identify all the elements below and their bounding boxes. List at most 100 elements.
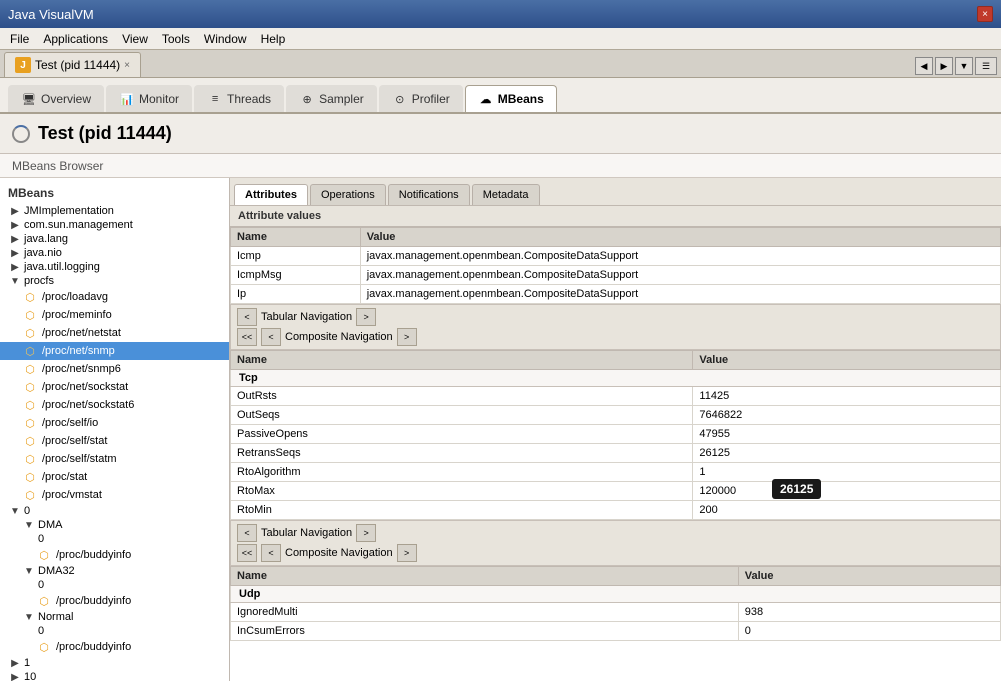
tree-item-javautillogging[interactable]: ▶ java.util.logging bbox=[0, 260, 229, 274]
tree-toggle[interactable]: ▶ bbox=[8, 248, 22, 259]
tabular-prev-btn[interactable]: < bbox=[237, 308, 257, 326]
tree-item-sockstat6[interactable]: ⬡ /proc/net/sockstat6 bbox=[0, 396, 229, 414]
file-icon: ⬡ bbox=[22, 415, 38, 431]
table-row[interactable]: RtoMax120000 bbox=[231, 482, 1001, 501]
tree-item-10[interactable]: ▶ 10 bbox=[0, 670, 229, 681]
tree-item-procstat[interactable]: ⬡ /proc/stat bbox=[0, 468, 229, 486]
composite2-prev-all-btn[interactable]: << bbox=[237, 544, 257, 562]
nav-menu-button[interactable]: ☰ bbox=[975, 57, 997, 75]
tree-item-meminfo[interactable]: ⬡ /proc/meminfo bbox=[0, 306, 229, 324]
tab-operations[interactable]: Operations bbox=[310, 184, 386, 205]
tree-item-javanio[interactable]: ▶ java.nio bbox=[0, 246, 229, 260]
table-row[interactable]: IgnoredMulti938 bbox=[231, 603, 1001, 622]
tree-item-dma32-buddyinfo[interactable]: ⬡ /proc/buddyinfo bbox=[0, 592, 229, 610]
tree-item-normal-0[interactable]: 0 bbox=[0, 624, 229, 638]
menu-applications[interactable]: Applications bbox=[37, 30, 114, 48]
tab-notifications[interactable]: Notifications bbox=[388, 184, 470, 205]
tree-toggle[interactable]: ▼ bbox=[22, 566, 36, 577]
tabular2-prev-btn[interactable]: < bbox=[237, 524, 257, 542]
composite-prev-all-btn[interactable]: << bbox=[237, 328, 257, 346]
composite-prev-btn[interactable]: < bbox=[261, 328, 281, 346]
tab-close-button[interactable]: × bbox=[124, 60, 130, 71]
tree-item-dma32[interactable]: ▼ DMA32 bbox=[0, 564, 229, 578]
tree-item-jmimplementation[interactable]: ▶ JMImplementation bbox=[0, 204, 229, 218]
tree-item-selfstatm[interactable]: ⬡ /proc/self/statm bbox=[0, 450, 229, 468]
main-split: MBeans ▶ JMImplementation ▶ com.sun.mana… bbox=[0, 178, 1001, 681]
tree-item-normal-buddyinfo[interactable]: ⬡ /proc/buddyinfo bbox=[0, 638, 229, 656]
tree-item-netstat[interactable]: ⬡ /proc/net/netstat bbox=[0, 324, 229, 342]
tree-toggle[interactable]: ▼ bbox=[22, 612, 36, 623]
tree-item-dma0[interactable]: 0 bbox=[0, 532, 229, 546]
tree-toggle[interactable]: ▶ bbox=[8, 234, 22, 245]
tree-item-comsun[interactable]: ▶ com.sun.management bbox=[0, 218, 229, 232]
nav-down-button[interactable]: ▼ bbox=[955, 57, 973, 75]
tcp-attr-value: 26125 bbox=[693, 444, 1001, 463]
tab-profiler[interactable]: ⊙ Profiler bbox=[379, 85, 463, 112]
table-row[interactable]: PassiveOpens47955 bbox=[231, 425, 1001, 444]
menu-view[interactable]: View bbox=[116, 30, 154, 48]
tcp-attr-value: 7646822 bbox=[693, 406, 1001, 425]
tree-item-selfstat[interactable]: ⬡ /proc/self/stat bbox=[0, 432, 229, 450]
table-row[interactable]: Ip javax.management.openmbean.CompositeD… bbox=[231, 285, 1001, 304]
tree-item-loadavg[interactable]: ⬡ /proc/loadavg bbox=[0, 288, 229, 306]
tree-toggle[interactable]: ▶ bbox=[8, 672, 22, 681]
tab-monitor[interactable]: 📊 Monitor bbox=[106, 85, 192, 112]
tabular2-next-btn[interactable]: > bbox=[356, 524, 376, 542]
table-row[interactable]: RtoAlgorithm1 bbox=[231, 463, 1001, 482]
tree-item-dma-buddyinfo[interactable]: ⬡ /proc/buddyinfo bbox=[0, 546, 229, 564]
tree-toggle-procfs[interactable]: ▼ bbox=[8, 276, 22, 287]
composite2-next-btn[interactable]: > bbox=[397, 544, 417, 562]
tab-attributes[interactable]: Attributes bbox=[234, 184, 308, 205]
table-row[interactable]: Icmp javax.management.openmbean.Composit… bbox=[231, 247, 1001, 266]
tabular-next-btn[interactable]: > bbox=[356, 308, 376, 326]
table-row[interactable]: RetransSeqs26125 bbox=[231, 444, 1001, 463]
tree-toggle[interactable]: ▶ bbox=[8, 262, 22, 273]
file-icon: ⬡ bbox=[22, 469, 38, 485]
tree-item-dma32-0[interactable]: 0 bbox=[0, 578, 229, 592]
tree-item-vmstat[interactable]: ⬡ /proc/vmstat bbox=[0, 486, 229, 504]
tree-item-normal[interactable]: ▼ Normal bbox=[0, 610, 229, 624]
tab-metadata[interactable]: Metadata bbox=[472, 184, 540, 205]
nav-next-button[interactable]: ▶ bbox=[935, 57, 953, 75]
tree-toggle[interactable]: ▶ bbox=[8, 206, 22, 217]
menu-file[interactable]: File bbox=[4, 30, 35, 48]
table-row[interactable]: IcmpMsg javax.management.openmbean.Compo… bbox=[231, 266, 1001, 285]
tree-item-javalang[interactable]: ▶ java.lang bbox=[0, 232, 229, 246]
tree-item-1[interactable]: ▶ 1 bbox=[0, 656, 229, 670]
tree-toggle[interactable]: ▼ bbox=[22, 520, 36, 531]
tree-item-selfio[interactable]: ⬡ /proc/self/io bbox=[0, 414, 229, 432]
tree-item-sockstat[interactable]: ⬡ /proc/net/sockstat bbox=[0, 378, 229, 396]
tcp-col-name: Name bbox=[231, 351, 693, 370]
tab-threads[interactable]: ≡ Threads bbox=[194, 85, 284, 112]
tab-mbeans[interactable]: ☁ MBeans bbox=[465, 85, 557, 112]
tree-toggle[interactable]: ▶ bbox=[8, 220, 22, 231]
tree-item-group0[interactable]: ▼ 0 bbox=[0, 504, 229, 518]
app-title: Java VisualVM bbox=[8, 7, 94, 22]
composite-next-btn[interactable]: > bbox=[397, 328, 417, 346]
tree-item-procfs[interactable]: ▼ procfs bbox=[0, 274, 229, 288]
close-button[interactable]: × bbox=[977, 6, 993, 22]
attr-name: Ip bbox=[231, 285, 361, 304]
tree-item-snmp[interactable]: ⬡ /proc/net/snmp bbox=[0, 342, 229, 360]
tree-item-dma[interactable]: ▼ DMA bbox=[0, 518, 229, 532]
composite2-prev-btn[interactable]: < bbox=[261, 544, 281, 562]
file-icon: ⬡ bbox=[22, 397, 38, 413]
table-row[interactable]: OutRsts11425 bbox=[231, 387, 1001, 406]
tab-sampler[interactable]: ⊕ Sampler bbox=[286, 85, 377, 112]
tree-toggle[interactable]: ▼ bbox=[8, 506, 22, 517]
menu-help[interactable]: Help bbox=[255, 30, 292, 48]
tab-overview[interactable]: 🖥 Overview bbox=[8, 85, 104, 112]
file-icon: ⬡ bbox=[36, 547, 52, 563]
udp-attr-name: IgnoredMulti bbox=[231, 603, 739, 622]
table-row[interactable]: InCsumErrors0 bbox=[231, 622, 1001, 641]
menu-window[interactable]: Window bbox=[198, 30, 253, 48]
tree-item-snmp6[interactable]: ⬡ /proc/net/snmp6 bbox=[0, 360, 229, 378]
table-row[interactable]: OutSeqs7646822 bbox=[231, 406, 1001, 425]
main-tab-bar: 🖥 Overview 📊 Monitor ≡ Threads ⊕ Sampler… bbox=[0, 78, 1001, 114]
nav-prev-button[interactable]: ◀ bbox=[915, 57, 933, 75]
mbeans-icon: ☁ bbox=[478, 91, 494, 107]
app-tab-test[interactable]: J Test (pid 11444) × bbox=[4, 52, 141, 77]
table-row[interactable]: RtoMin200 bbox=[231, 501, 1001, 520]
menu-tools[interactable]: Tools bbox=[156, 30, 196, 48]
tree-toggle[interactable]: ▶ bbox=[8, 658, 22, 669]
